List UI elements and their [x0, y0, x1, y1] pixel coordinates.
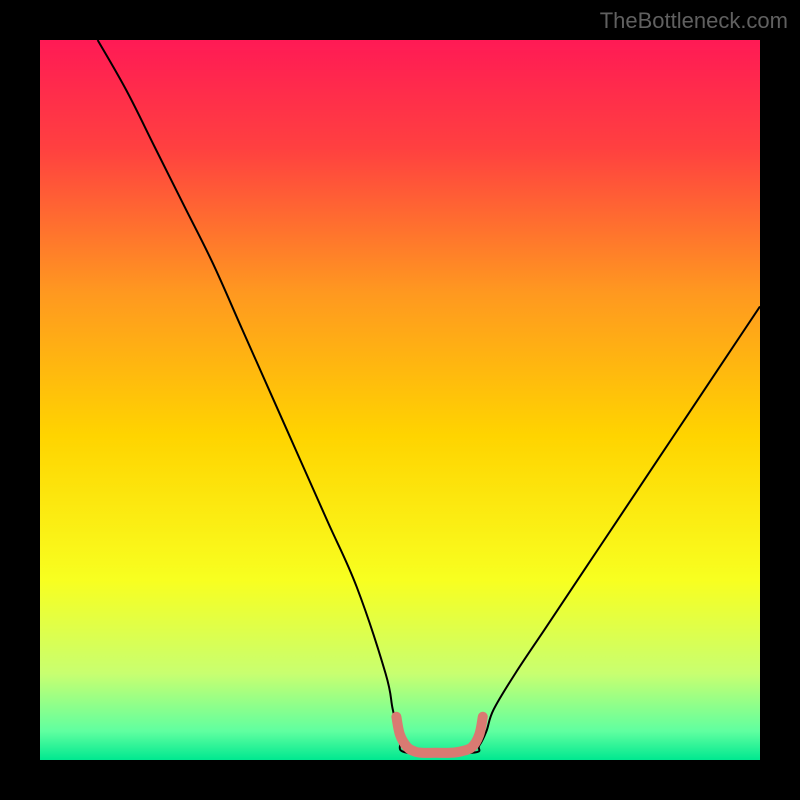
chart-canvas — [0, 0, 800, 800]
chart-background — [40, 40, 760, 760]
bottleneck-chart: TheBottleneck.com — [0, 0, 800, 800]
watermark-text: TheBottleneck.com — [600, 8, 788, 34]
